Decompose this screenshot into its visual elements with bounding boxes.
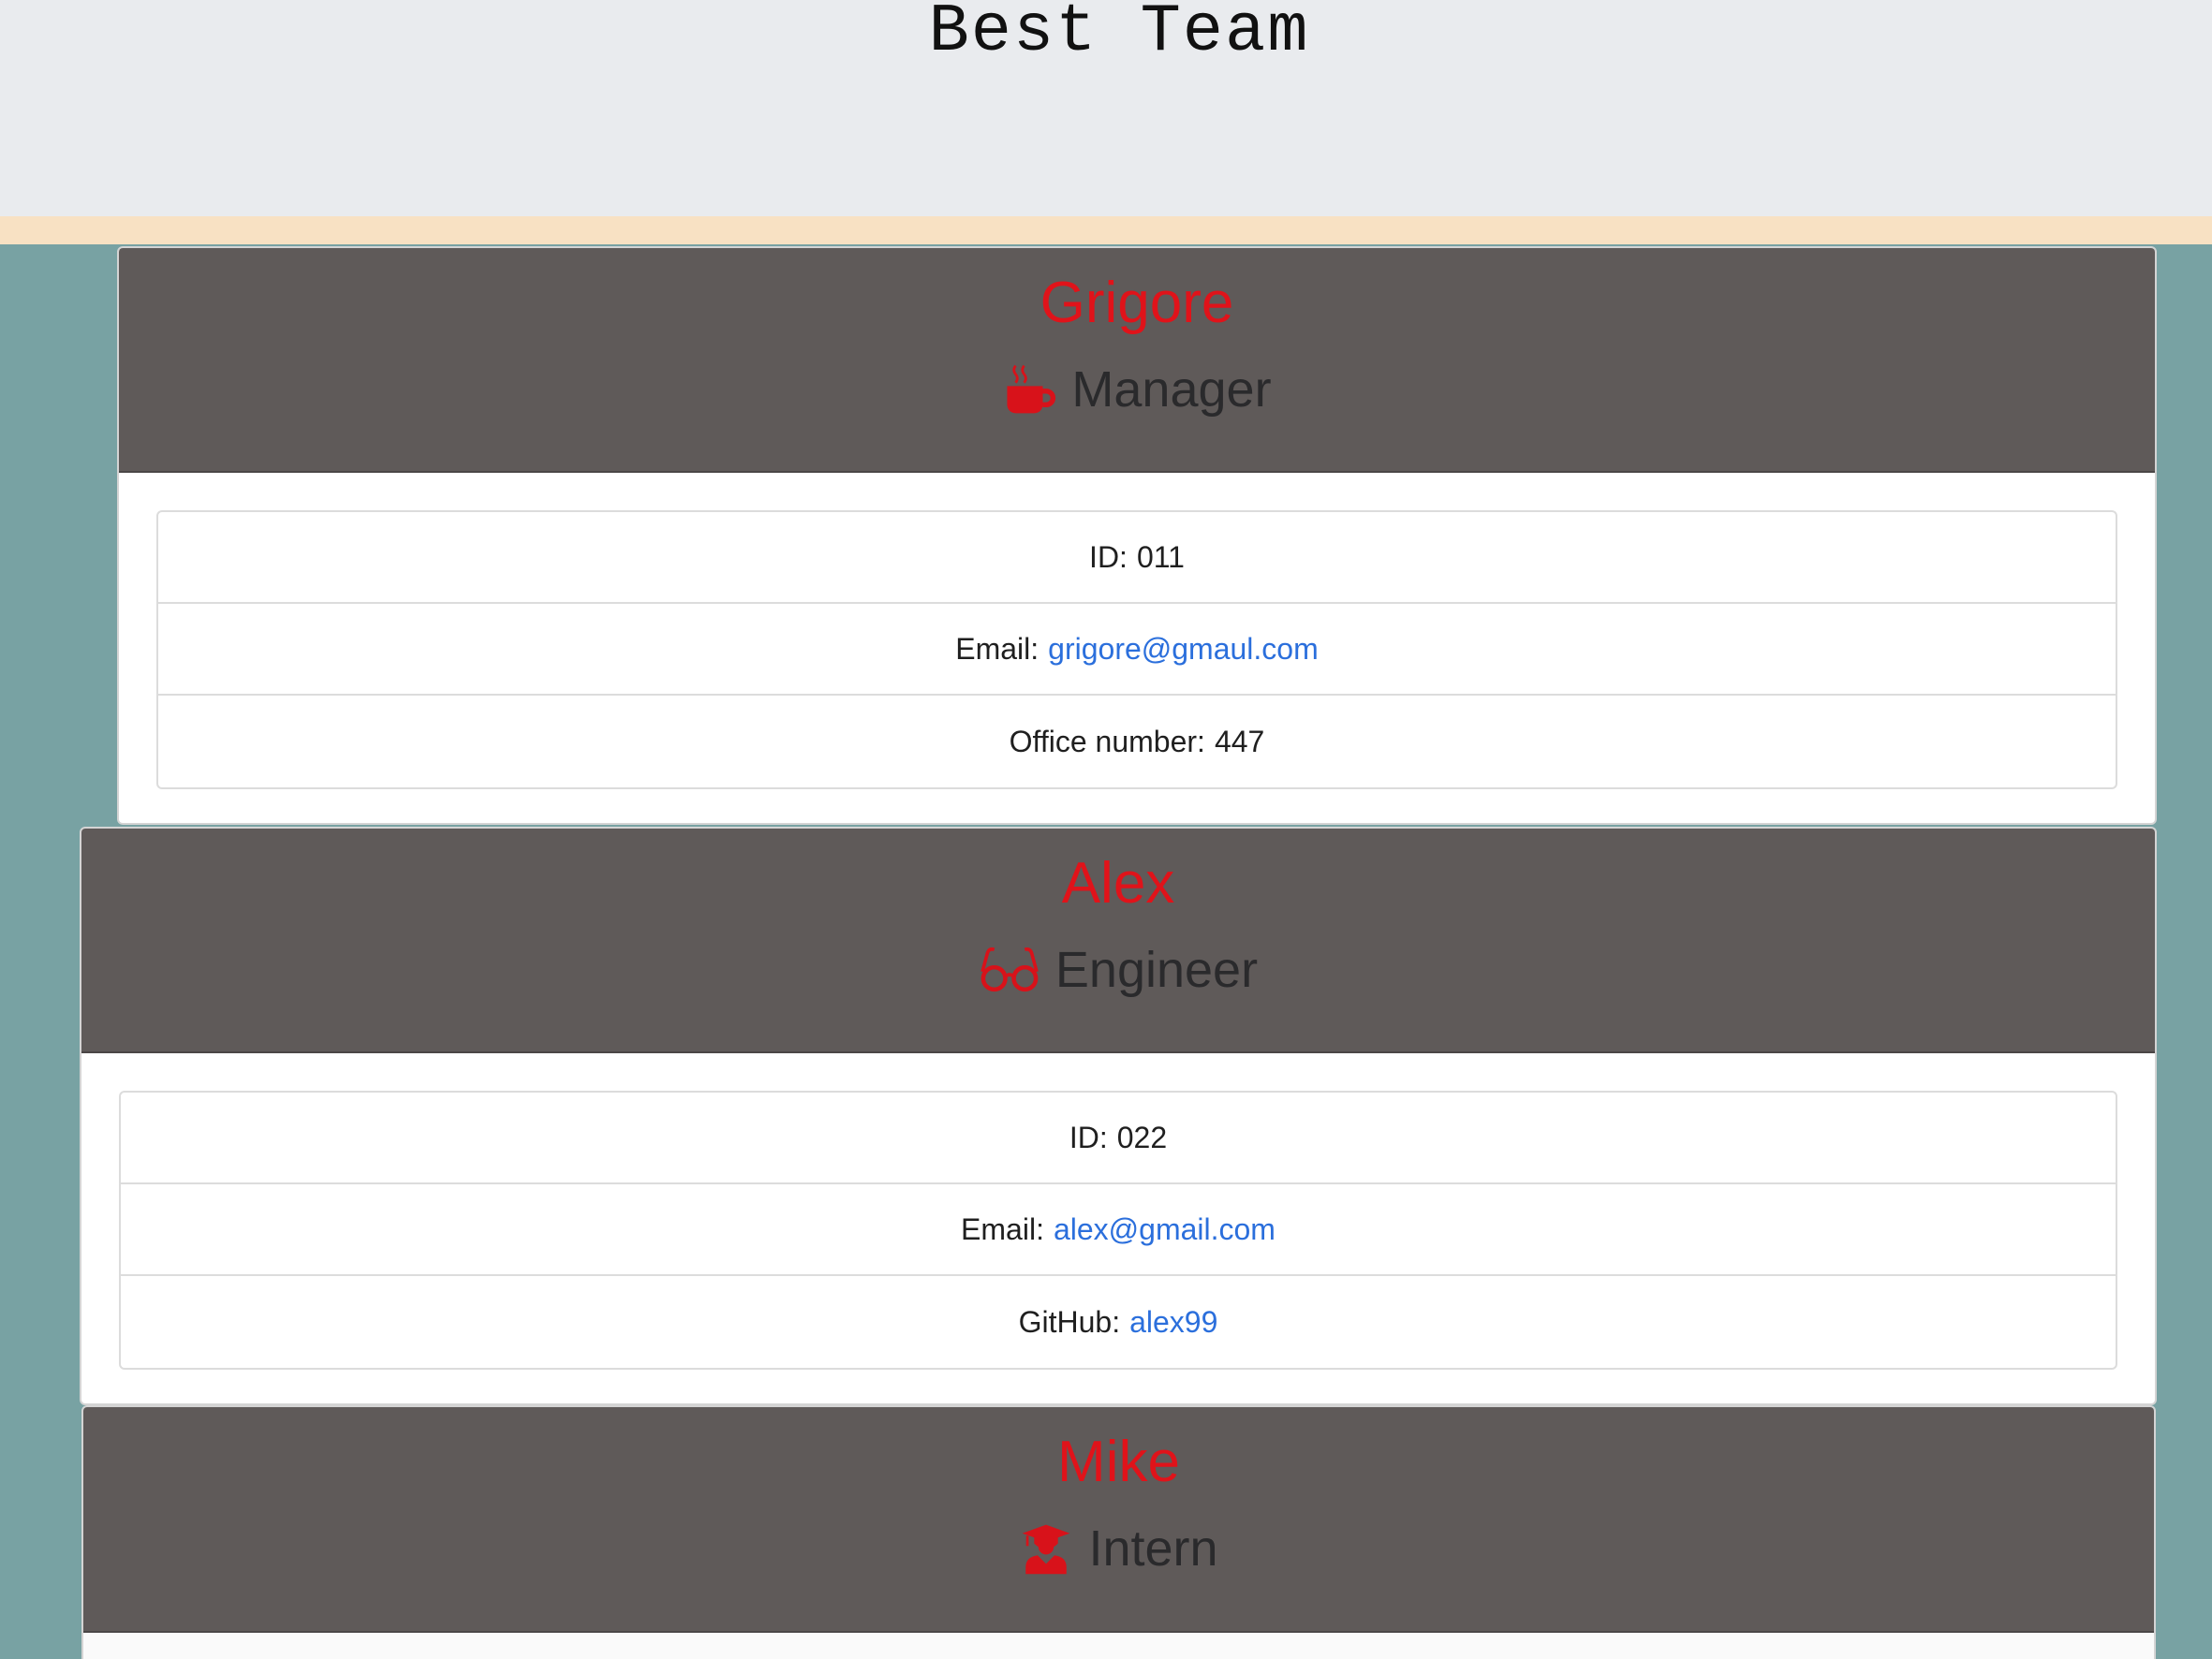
- office-number-label: Office number:: [1009, 724, 1205, 758]
- employee-role-label: Intern: [1088, 1520, 1218, 1577]
- employee-role: Intern: [83, 1520, 2154, 1578]
- coffee-cup-icon: [1002, 362, 1056, 417]
- employee-role-label: Manager: [1071, 361, 1272, 418]
- email-link[interactable]: grigore@gmaul.com: [1048, 632, 1319, 667]
- page-header: Best Team: [0, 0, 2212, 216]
- employee-details-list: ID: 011 Email: grigore@gmaul.com Office …: [156, 510, 2117, 789]
- id-row: ID: 022: [121, 1093, 2116, 1184]
- github-label: GitHub:: [1018, 1304, 1121, 1339]
- email-row: Email: grigore@gmaul.com: [158, 604, 2116, 696]
- office-number-value: 447: [1214, 724, 1265, 758]
- id-label: ID:: [1069, 1120, 1108, 1154]
- github-row: GitHub: alex99: [121, 1276, 2116, 1368]
- employee-name: Grigore: [1040, 271, 1234, 335]
- employee-name: Mike: [1057, 1430, 1180, 1494]
- id-label: ID:: [1089, 539, 1128, 574]
- card-header: Alex Engineer: [81, 829, 2155, 1053]
- card-body: [83, 1633, 2154, 1659]
- card-header: Mike Intern: [83, 1407, 2154, 1633]
- team-page: Best Team Grigore Manager ID: 011 Email:…: [0, 0, 2212, 1659]
- employee-card-mike: Mike Intern: [81, 1405, 2156, 1659]
- page-title: Best Team: [928, 0, 1310, 70]
- email-link[interactable]: alex@gmail.com: [1054, 1212, 1276, 1247]
- employee-role: Engineer: [81, 941, 2155, 999]
- employee-details-list: ID: 022 Email: alex@gmail.com GitHub: al…: [119, 1091, 2117, 1370]
- header-stripe: [0, 216, 2212, 244]
- id-row: ID: 011: [158, 512, 2116, 604]
- employee-role-label: Engineer: [1054, 942, 1259, 998]
- employee-role: Manager: [119, 360, 2155, 418]
- employee-card-alex: Alex Engineer ID: 022 Email: alex@gmail.…: [80, 827, 2157, 1405]
- card-header: Grigore Manager: [119, 248, 2155, 473]
- github-link[interactable]: alex99: [1129, 1305, 1217, 1340]
- email-label: Email:: [961, 1211, 1044, 1246]
- id-value: 011: [1136, 539, 1185, 574]
- graduate-icon: [1019, 1521, 1073, 1576]
- employee-card-grigore: Grigore Manager ID: 011 Email: grigore@g…: [117, 246, 2157, 825]
- office-number-row: Office number: 447: [158, 696, 2116, 787]
- glasses-icon: [979, 943, 1040, 997]
- id-value: 022: [1116, 1120, 1168, 1154]
- email-label: Email:: [955, 631, 1040, 666]
- employee-name: Alex: [1061, 851, 1175, 916]
- email-row: Email: alex@gmail.com: [121, 1184, 2116, 1276]
